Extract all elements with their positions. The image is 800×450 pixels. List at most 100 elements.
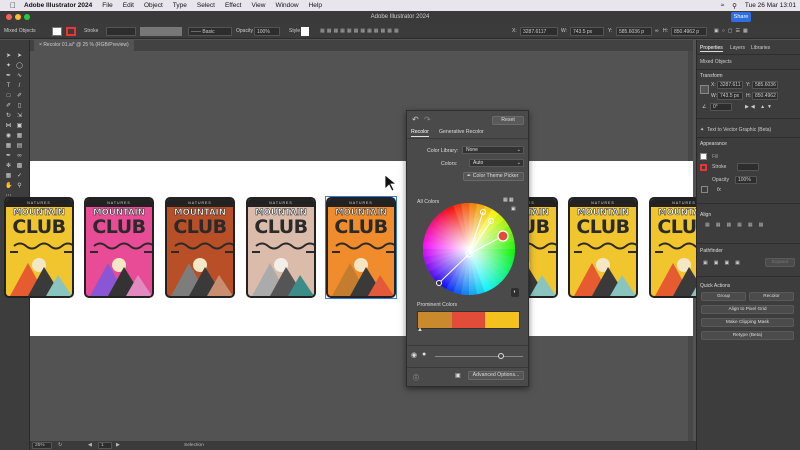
minimize-window-icon[interactable] — [15, 14, 21, 20]
h-field[interactable]: 850.4962 — [752, 92, 778, 100]
pen-tool-icon[interactable]: ✒ — [5, 73, 12, 80]
color-marker-handle[interactable] — [436, 280, 442, 286]
stroke-weight-field[interactable] — [737, 163, 759, 171]
slice-tool-icon[interactable]: ✓ — [16, 173, 23, 180]
w-field[interactable]: 743.5 px — [717, 92, 743, 100]
line-tool-icon[interactable]: / — [16, 83, 23, 90]
settings-icon[interactable]: ◉ — [411, 351, 417, 359]
opacity-field[interactable]: 100% — [254, 27, 280, 36]
zoom-tool-icon[interactable]: ⚲ — [16, 183, 23, 190]
tab-layers[interactable]: Layers — [730, 45, 745, 51]
rectangle-tool-icon[interactable]: □ — [5, 93, 12, 100]
slider-handle-icon[interactable]: ▲ — [417, 327, 423, 333]
magic-wand-icon[interactable]: ✦ — [5, 63, 12, 70]
symbol-sprayer-icon[interactable]: ✻ — [5, 163, 12, 170]
prominent-colors-bar[interactable] — [417, 311, 520, 329]
share-button[interactable]: Share — [731, 12, 751, 22]
shaper-icon[interactable]: ✐ — [5, 103, 12, 110]
menubar-clock[interactable]: Tue 26 Mar 13:01 — [745, 2, 796, 9]
graphic-style-swatch[interactable] — [301, 27, 309, 36]
x-field[interactable]: 3287.611 — [717, 81, 743, 89]
menu-object[interactable]: Object — [144, 2, 163, 9]
redo-icon[interactable]: ↷ — [424, 115, 431, 124]
wifi-icon[interactable]: ≈ — [721, 2, 725, 9]
tab-libraries[interactable]: Libraries — [751, 45, 770, 51]
rotate-tool-icon[interactable]: ↻ — [5, 113, 12, 120]
menu-view[interactable]: View — [251, 2, 265, 9]
apple-icon[interactable]:  — [10, 1, 16, 10]
next-artboard-icon[interactable]: ▶ — [116, 441, 120, 450]
menu-type[interactable]: Type — [173, 2, 187, 9]
colors-select[interactable]: Auto ⌄ — [469, 159, 524, 167]
eraser-icon[interactable]: ▯ — [16, 103, 23, 110]
reset-button[interactable]: Reset — [492, 116, 524, 125]
align-buttons[interactable]: ▦▦▦▦▦▦ — [705, 222, 769, 228]
stroke-swatch[interactable] — [700, 164, 707, 171]
selection-tool-icon[interactable]: ➤ — [5, 53, 12, 60]
recolor-button[interactable]: Recolor — [749, 292, 794, 301]
color-theme-picker-button[interactable]: ✒ Color Theme Picker — [463, 172, 524, 181]
stroke-label[interactable]: Stroke — [84, 27, 98, 36]
stroke-label[interactable]: Stroke — [712, 164, 726, 170]
align-icons[interactable]: ▦▦▦▦▦▦▦▦▦▦▦▦ — [320, 27, 401, 36]
hand-tool-icon[interactable]: ✋ — [5, 183, 12, 190]
badge-artwork[interactable]: NATURESMOUNTAINCLUB — [246, 197, 316, 298]
badge-artwork[interactable]: NATURESMOUNTAINCLUB — [165, 197, 235, 298]
menu-file[interactable]: File — [102, 2, 112, 9]
scale-tool-icon[interactable]: ⇲ — [16, 113, 23, 120]
zoom-window-icon[interactable] — [24, 14, 30, 20]
constrain-icon[interactable]: ∞ — [655, 27, 659, 36]
variable-width-field[interactable] — [140, 27, 182, 36]
h-field[interactable]: 850.4962 p — [671, 27, 707, 36]
text-to-vector-link[interactable]: Text to Vector Graphic (Beta) — [707, 127, 771, 133]
undo-icon[interactable]: ↶ — [412, 115, 419, 124]
direct-selection-icon[interactable]: ➤ — [16, 53, 23, 60]
opacity-label[interactable]: Opacity — [236, 27, 253, 36]
transform-icons[interactable]: ▣○▢☰▦ — [714, 27, 751, 36]
shape-builder-icon[interactable]: ◉ — [5, 133, 12, 140]
mesh-tool-icon[interactable]: ▦ — [5, 143, 12, 150]
new-fill-icon[interactable] — [701, 186, 708, 193]
close-tab-icon[interactable]: × — [39, 42, 42, 48]
prominent-color-swatch[interactable] — [451, 312, 486, 328]
gradient-tool-icon[interactable]: ▤ — [16, 143, 23, 150]
width-tool-icon[interactable]: ⋈ — [5, 123, 12, 130]
brightness-icon[interactable]: ◐ — [511, 288, 519, 297]
folder-icon[interactable]: ▣ — [455, 372, 461, 379]
angle-field[interactable]: 0° — [710, 103, 732, 111]
saturation-slider-track[interactable] — [435, 356, 523, 357]
fill-swatch[interactable] — [700, 153, 707, 160]
tab-generative-recolor[interactable]: Generative Recolor — [439, 129, 484, 135]
menu-select[interactable]: Select — [197, 2, 215, 9]
selection-bounding-box[interactable] — [325, 196, 397, 299]
prev-artboard-icon[interactable]: ◀ — [88, 441, 92, 450]
info-icon[interactable]: ⓘ — [413, 373, 419, 382]
retype-button[interactable]: Retype (Beta) — [701, 331, 794, 340]
w-field[interactable]: 743.5 px — [570, 27, 604, 36]
expand-button[interactable]: Expand — [765, 258, 795, 267]
artboard-tool-icon[interactable]: ▦ — [5, 173, 12, 180]
badge-artwork[interactable]: NATURESMOUNTAINCLUB — [84, 197, 154, 298]
badge-artwork[interactable]: NATURESMOUNTAINCLUB — [4, 197, 74, 298]
y-field[interactable]: 585.6036 p — [616, 27, 652, 36]
eyedropper-icon[interactable]: ✒ — [5, 153, 12, 160]
prominent-color-swatch[interactable] — [485, 312, 520, 328]
badge-artwork[interactable]: NATURESMOUNTAINCLUB — [568, 197, 638, 298]
dot-icon[interactable]: ● — [422, 351, 426, 358]
free-transform-icon[interactable]: ▣ — [16, 123, 23, 130]
group-button[interactable]: Group — [701, 292, 746, 301]
y-field[interactable]: 585.6036 — [752, 81, 778, 89]
tab-recolor[interactable]: Recolor — [411, 129, 429, 137]
prominent-color-swatch[interactable] — [418, 312, 452, 328]
close-window-icon[interactable] — [6, 14, 12, 20]
menu-window[interactable]: Window — [275, 2, 298, 9]
graph-tool-icon[interactable]: ▩ — [16, 163, 23, 170]
perspective-icon[interactable]: ▦ — [16, 133, 23, 140]
fill-swatch[interactable] — [52, 27, 62, 36]
lasso-icon[interactable]: ◯ — [16, 63, 23, 70]
menu-app-name[interactable]: Adobe Illustrator 2024 — [24, 2, 92, 9]
rotate-view-icon[interactable]: ↻ — [58, 441, 62, 450]
zoom-field[interactable]: 25% — [32, 442, 52, 449]
base-color-handle[interactable] — [497, 230, 509, 242]
color-library-select[interactable]: None ⌄ — [462, 146, 524, 154]
